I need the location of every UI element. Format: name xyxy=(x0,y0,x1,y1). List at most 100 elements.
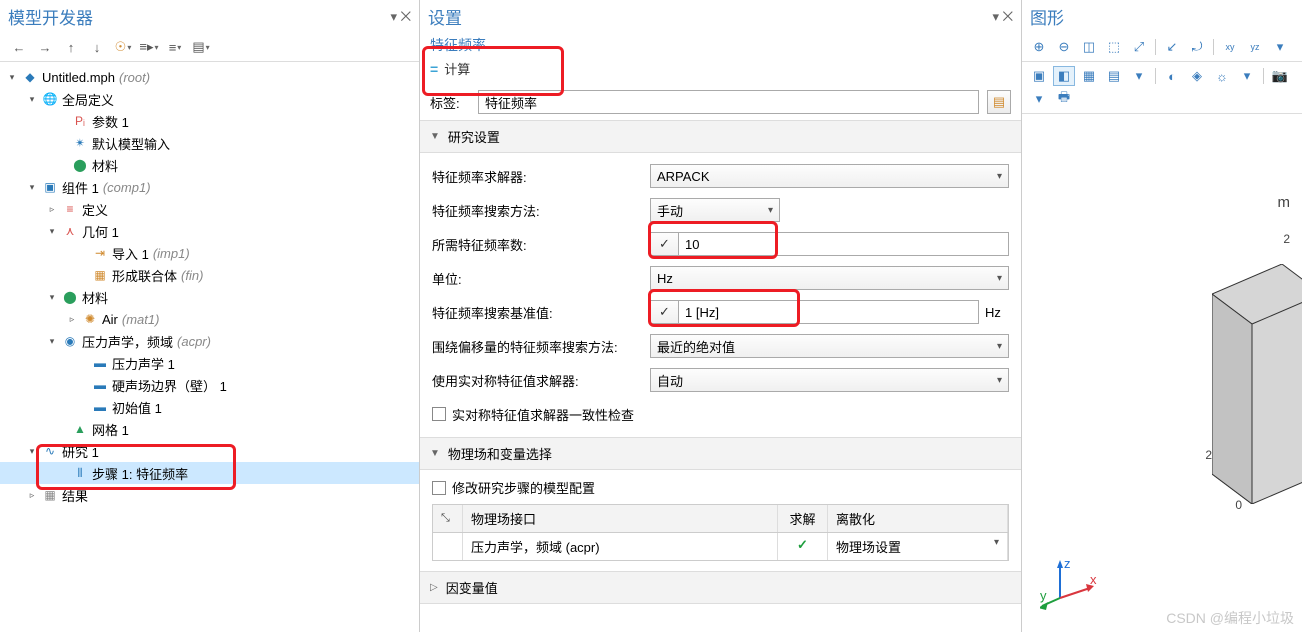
real-sym-combo[interactable]: 自动 xyxy=(650,368,1009,392)
real-sym-label: 使用实对称特征值求解器: xyxy=(432,371,650,390)
tree-node-geometry[interactable]: ▾⋏ 几何 1 xyxy=(0,220,419,242)
tree-node-definitions[interactable]: ▹≡ 定义 xyxy=(0,198,419,220)
shift-label: 特征频率搜索基准值: xyxy=(432,303,650,322)
table-row[interactable]: 压力声学，频域 (acpr) ✓ 物理场设置 xyxy=(433,533,1008,560)
section-study-label: 研究设置 xyxy=(448,127,500,146)
material-icon: ⬤ xyxy=(62,289,78,305)
consistency-label: 实对称特征值求解器一致性检查 xyxy=(452,405,634,424)
nav-back-icon[interactable]: ← xyxy=(8,37,30,57)
tree-node-pacoustics[interactable]: ▬ 压力声学 1 xyxy=(0,352,419,374)
section-toggle-icon: ▷ xyxy=(430,582,438,593)
tree-node-import[interactable]: ⇥ 导入 1(imp1) xyxy=(0,242,419,264)
zoom-sel-icon[interactable]: ⤢ xyxy=(1128,37,1150,57)
zoom-out-icon[interactable]: ⊖ xyxy=(1053,37,1075,57)
tree-node-default-input[interactable]: ✴ 默认模型输入 xyxy=(0,132,419,154)
select-none-icon[interactable]: ▾ xyxy=(1128,66,1150,86)
zoom-extents-icon[interactable]: ⬚ xyxy=(1103,37,1125,57)
boundary-icon: ▬ xyxy=(92,377,108,393)
section-dependent-vars[interactable]: ▷ 因变量值 xyxy=(420,571,1021,604)
import-icon: ⇥ xyxy=(92,245,108,261)
compute-button[interactable]: = 计算 xyxy=(430,59,1011,78)
show-icon[interactable]: ☉ xyxy=(112,37,134,57)
view-default-icon[interactable]: ⤾ xyxy=(1186,37,1208,57)
section-physics[interactable]: ▼ 物理场和变量选择 xyxy=(420,437,1021,470)
tree-node-component[interactable]: ▾▣ 组件 1(comp1) xyxy=(0,176,419,198)
pi-icon: Pᵢ xyxy=(72,113,88,129)
select-point-icon[interactable]: ▤ xyxy=(1103,66,1125,86)
around-shift-combo[interactable]: 最近的绝对值 xyxy=(650,334,1009,358)
unit-combo[interactable]: Hz xyxy=(650,266,1009,290)
solver-combo[interactable]: ARPACK xyxy=(650,164,1009,188)
tree-node-step-eigenfrequency[interactable]: ⫴ 步骤 1: 特征频率 xyxy=(0,462,419,484)
tree-collapse-icon[interactable]: ≡▸ xyxy=(138,37,160,57)
view-yz-btn[interactable]: yz xyxy=(1244,37,1266,57)
settings-collapse-icon[interactable]: ▾ ⨉ xyxy=(992,9,1013,25)
tree-node-acpr[interactable]: ▾◉ 压力声学，频域(acpr) xyxy=(0,330,419,352)
tag-label: 标签: xyxy=(430,93,470,112)
tree-node-results[interactable]: ▹▦ 结果 xyxy=(0,484,419,506)
zoom-in-icon[interactable]: ⊕ xyxy=(1028,37,1050,57)
tree-node-study[interactable]: ▾∿ 研究 1 xyxy=(0,440,419,462)
tree-node-mesh[interactable]: ▲ 网格 1 xyxy=(0,418,419,440)
model-builder-title: 模型开发器 xyxy=(8,4,93,29)
clipboard-icon[interactable]: ▾ xyxy=(1028,89,1050,109)
tree-list-icon[interactable]: ≡ xyxy=(164,37,186,57)
desired-n-input[interactable] xyxy=(678,232,1009,256)
select-boundary-icon[interactable]: ◧ xyxy=(1053,66,1075,86)
model-tree[interactable]: ▾◆ Untitled.mph(root) ▾🌐 全局定义 Pᵢ 参数 1 ✴ … xyxy=(0,62,419,632)
view-xy-icon[interactable]: ↙ xyxy=(1161,37,1183,57)
graphics-toolbar-row1: ⊕ ⊖ ◫ ⬚ ⤢ ↙ ⤾ xy yz ▾ xyxy=(1022,33,1302,62)
transparency-icon[interactable]: ◐ xyxy=(1161,66,1183,86)
tree-node-air[interactable]: ▹✺ Air(mat1) xyxy=(0,308,419,330)
print-icon[interactable]: 🖶 xyxy=(1053,89,1075,109)
screenshot-icon[interactable]: 📷 xyxy=(1269,66,1291,86)
svg-text:z: z xyxy=(1064,560,1071,571)
nav-up-icon[interactable]: ↑ xyxy=(60,37,82,57)
collapse-panel-icon[interactable]: ▾ ⨉ xyxy=(390,9,411,25)
desired-n-checkbox[interactable]: ✓ xyxy=(650,232,678,256)
scene-icon[interactable]: ▾ xyxy=(1236,66,1258,86)
tree-filter-icon[interactable]: ▤ xyxy=(190,37,212,57)
settings-subtitle: 特征频率 xyxy=(430,35,1011,55)
svg-text:x: x xyxy=(1090,572,1097,587)
modify-config-checkbox[interactable]: 修改研究步骤的模型配置 xyxy=(432,478,595,497)
tree-node-params[interactable]: Pᵢ 参数 1 xyxy=(0,110,419,132)
discretization-combo[interactable]: 物理场设置 xyxy=(836,537,999,556)
axis-triad: z x y xyxy=(1040,560,1100,610)
solve-check-icon[interactable]: ✓ xyxy=(797,537,808,552)
section-dv-label: 因变量值 xyxy=(446,578,498,597)
tree-node-initial[interactable]: ▬ 初始值 1 xyxy=(0,396,419,418)
unit-label: 单位: xyxy=(432,269,650,288)
section-study-settings[interactable]: ▼ 研究设置 xyxy=(420,120,1021,153)
consistency-checkbox[interactable]: 实对称特征值求解器一致性检查 xyxy=(432,405,634,424)
axis-m-label: m xyxy=(1278,194,1291,211)
results-icon: ▦ xyxy=(42,487,58,503)
watermark: CSDN @编程小垃圾 xyxy=(1166,608,1294,628)
domain-icon: ▬ xyxy=(92,355,108,371)
view-xy-btn[interactable]: xy xyxy=(1219,37,1241,57)
tree-node-materials-global[interactable]: ⬤ 材料 xyxy=(0,154,419,176)
wireframe-icon[interactable]: ◈ xyxy=(1186,66,1208,86)
tree-node-hardwall[interactable]: ▬ 硬声场边界（壁） 1 xyxy=(0,374,419,396)
view-more-icon[interactable]: ▾ xyxy=(1269,37,1291,57)
tag-action-icon[interactable]: ▤ xyxy=(987,90,1011,114)
select-edge-icon[interactable]: ▦ xyxy=(1078,66,1100,86)
nav-down-icon[interactable]: ↓ xyxy=(86,37,108,57)
eigenfreq-icon: ⫴ xyxy=(72,465,88,481)
shift-checkbox[interactable]: ✓ xyxy=(650,300,678,324)
select-domain-icon[interactable]: ▣ xyxy=(1028,66,1050,86)
search-method-combo[interactable]: 手动 xyxy=(650,198,780,222)
tag-input[interactable] xyxy=(478,90,979,114)
lighting-icon[interactable]: ☼ xyxy=(1211,66,1233,86)
air-material-icon: ✺ xyxy=(82,311,98,327)
zoom-box-icon[interactable]: ◫ xyxy=(1078,37,1100,57)
tree-node-materials-comp[interactable]: ▾⬤ 材料 xyxy=(0,286,419,308)
graphics-canvas[interactable]: m 2 0 2 m 2 0 z x y CSDN @编程小垃圾 xyxy=(1022,114,1302,632)
table-expand-icon[interactable]: ⤡ xyxy=(441,512,450,524)
tree-node-root[interactable]: ▾◆ Untitled.mph(root) xyxy=(0,66,419,88)
svg-text:y: y xyxy=(1040,588,1047,603)
shift-input[interactable] xyxy=(678,300,979,324)
tree-node-form-union[interactable]: ▦ 形成联合体(fin) xyxy=(0,264,419,286)
tree-node-global-definitions[interactable]: ▾🌐 全局定义 xyxy=(0,88,419,110)
nav-forward-icon[interactable]: → xyxy=(34,37,56,57)
